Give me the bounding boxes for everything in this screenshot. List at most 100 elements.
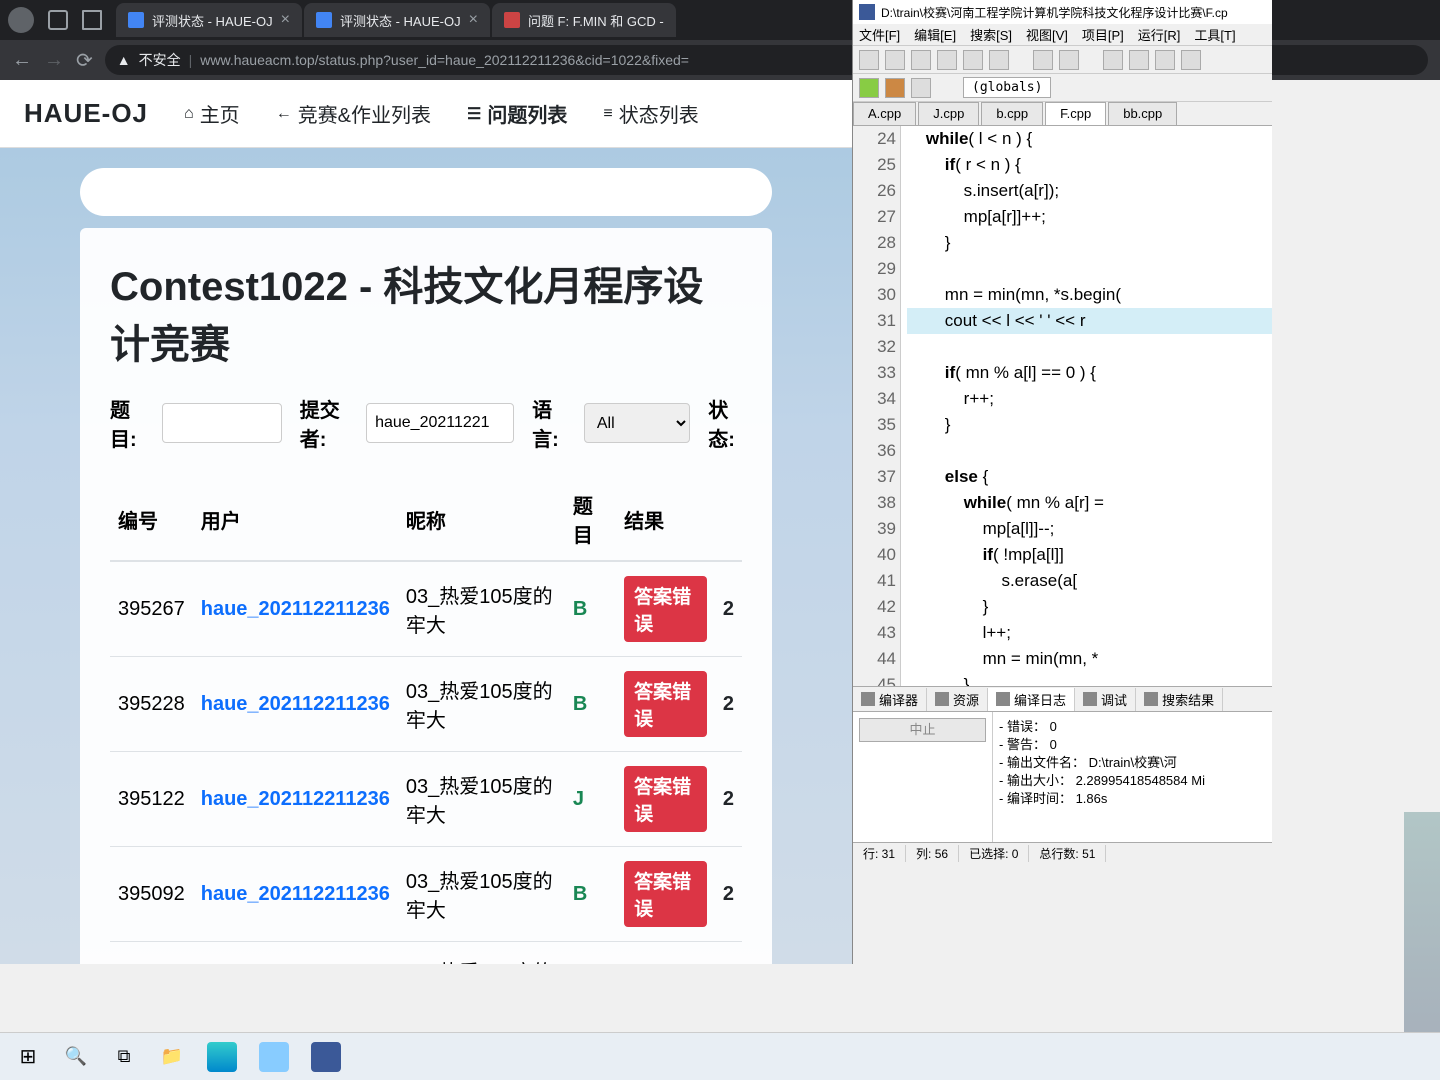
code-editor[interactable]: 2425262728293031323334353637383940414243… xyxy=(853,126,1272,686)
status-col: 列: 56 xyxy=(906,845,959,862)
start-button[interactable]: ⊞ xyxy=(8,1039,48,1075)
menu-file[interactable]: 文件[F] xyxy=(859,25,900,44)
bookmark-icon[interactable] xyxy=(1181,50,1201,70)
find-icon[interactable] xyxy=(1103,50,1123,70)
globals-dropdown[interactable]: (globals) xyxy=(963,77,1051,98)
filter-row: 题目: 提交者: 语言: All 状态: xyxy=(110,394,742,452)
tab-compile-log[interactable]: 编译日志 xyxy=(988,688,1075,711)
app-2[interactable] xyxy=(252,1038,296,1076)
user-link[interactable]: haue_202112211236 xyxy=(201,693,390,715)
file-tab[interactable]: b.cpp xyxy=(981,102,1043,125)
page-viewport: HAUE-OJ ⌂主页 ←竞赛&作业列表 ☰问题列表 ≡状态列表 Contest… xyxy=(0,80,852,964)
taskbar: ⊞ 🔍 ⧉ 📁 xyxy=(0,1032,1440,1080)
tab-3[interactable]: 问题 F: F.MIN 和 GCD - xyxy=(492,3,676,37)
refresh-icon[interactable]: ⟳ xyxy=(76,48,93,73)
close-icon[interactable] xyxy=(963,50,983,70)
goto-icon[interactable] xyxy=(1155,50,1175,70)
abort-button[interactable]: 中止 xyxy=(859,718,986,742)
cell-nick: 03_热爱105度的牢大 xyxy=(398,657,565,752)
menu-view[interactable]: 视图[V] xyxy=(1026,25,1068,44)
content-card: Contest1022 - 科技文化月程序设计竞赛 题目: 提交者: 语言: A… xyxy=(80,228,772,964)
file-tab[interactable]: F.cpp xyxy=(1045,102,1106,125)
cell-nick: 03_热爱105度的牢大 xyxy=(398,942,565,965)
workspaces-icon[interactable] xyxy=(48,10,68,30)
problem-link[interactable]: B xyxy=(573,883,587,905)
print-icon[interactable] xyxy=(989,50,1009,70)
file-tab[interactable]: J.cpp xyxy=(918,102,979,125)
tab-label: 评测状态 - HAUE-OJ xyxy=(152,11,273,30)
code-area[interactable]: while( l < n ) { if( r < n ) { s.insert(… xyxy=(901,126,1272,686)
language-select[interactable]: All xyxy=(584,403,690,443)
explorer-button[interactable]: 📁 xyxy=(152,1039,192,1075)
nav-contest[interactable]: ←竞赛&作业列表 xyxy=(276,99,431,128)
menu-search[interactable]: 搜索[S] xyxy=(970,25,1012,44)
open-icon[interactable] xyxy=(885,50,905,70)
new-icon[interactable] xyxy=(859,50,879,70)
back-arrow-icon: ← xyxy=(276,105,292,123)
problem-input[interactable] xyxy=(162,403,282,443)
nav-status[interactable]: ≡状态列表 xyxy=(603,99,698,128)
list-icon: ☰ xyxy=(467,104,481,124)
devcpp-titlebar[interactable]: D:\train\校赛\河南工程学院计算机学院科技文化程序设计比赛\F.cp xyxy=(853,0,1272,24)
menu-run[interactable]: 运行[R] xyxy=(1138,25,1181,44)
site-navbar: HAUE-OJ ⌂主页 ←竞赛&作业列表 ☰问题列表 ≡状态列表 xyxy=(0,80,852,148)
result-badge[interactable]: 答案错误 xyxy=(624,766,707,832)
user-link[interactable]: haue_202112211236 xyxy=(201,788,390,810)
tab-1[interactable]: 评测状态 - HAUE-OJ × xyxy=(116,3,302,37)
undo-icon[interactable] xyxy=(1033,50,1053,70)
nav-home[interactable]: ⌂主页 xyxy=(184,99,240,128)
file-tab[interactable]: A.cpp xyxy=(853,102,916,125)
close-icon[interactable]: × xyxy=(469,11,478,29)
devcpp-statusbar: 行: 31 列: 56 已选择: 0 总行数: 51 xyxy=(853,842,1272,864)
submitter-input[interactable] xyxy=(366,403,514,443)
close-icon[interactable]: × xyxy=(281,11,290,29)
tab-label: 问题 F: F.MIN 和 GCD - xyxy=(528,11,664,30)
status-sel: 已选择: 0 xyxy=(959,845,1029,862)
profile-avatar[interactable] xyxy=(8,7,34,33)
cell-id: 395122 xyxy=(110,752,193,847)
back-icon[interactable]: ← xyxy=(12,49,32,72)
edge-app[interactable] xyxy=(200,1038,244,1076)
menu-edit[interactable]: 编辑[E] xyxy=(914,25,956,44)
result-badge[interactable]: 答案错误 xyxy=(624,576,707,642)
devcpp-icon xyxy=(859,4,875,20)
favicon-icon xyxy=(504,12,520,28)
compile-panel: 中止 错误： 0警告： 0输出文件名： D:\train\校赛\河输出大小： 2… xyxy=(853,712,1272,842)
file-tab[interactable]: bb.cpp xyxy=(1108,102,1177,125)
nav-problems[interactable]: ☰问题列表 xyxy=(467,99,567,128)
user-link[interactable]: haue_202112211236 xyxy=(201,883,390,905)
cell-id: 394980 xyxy=(110,942,193,965)
resources-icon xyxy=(935,692,949,706)
save-icon[interactable] xyxy=(911,50,931,70)
status-icon: ≡ xyxy=(603,105,612,123)
menu-project[interactable]: 项目[P] xyxy=(1082,25,1124,44)
redo-icon[interactable] xyxy=(1059,50,1079,70)
tab-2[interactable]: 评测状态 - HAUE-OJ × xyxy=(304,3,490,37)
tab-label: 评测状态 - HAUE-OJ xyxy=(340,11,461,30)
tab-resources[interactable]: 资源 xyxy=(927,688,988,711)
forward-icon[interactable]: → xyxy=(44,49,64,72)
compile-icon[interactable] xyxy=(859,78,879,98)
search-button[interactable]: 🔍 xyxy=(56,1039,96,1075)
tab-search-results[interactable]: 搜索结果 xyxy=(1136,688,1223,711)
tab-debug[interactable]: 调试 xyxy=(1075,688,1136,711)
debug-icon[interactable] xyxy=(911,78,931,98)
problem-link[interactable]: J xyxy=(573,788,584,810)
replace-icon[interactable] xyxy=(1129,50,1149,70)
cell-id: 395228 xyxy=(110,657,193,752)
brand-logo[interactable]: HAUE-OJ xyxy=(24,98,148,129)
task-view-button[interactable]: ⧉ xyxy=(104,1039,144,1075)
result-badge[interactable]: 答案错误 xyxy=(624,861,707,927)
url-text: www.haueacm.top/status.php?user_id=haue_… xyxy=(200,52,689,68)
tab-compiler[interactable]: 编译器 xyxy=(853,688,927,711)
problem-link[interactable]: B xyxy=(573,598,587,620)
saveall-icon[interactable] xyxy=(937,50,957,70)
search-input[interactable] xyxy=(80,168,772,216)
problem-link[interactable]: B xyxy=(573,693,587,715)
result-badge[interactable]: 答案错误 xyxy=(624,671,707,737)
user-link[interactable]: haue_202112211236 xyxy=(201,598,390,620)
run-icon[interactable] xyxy=(885,78,905,98)
menu-tools[interactable]: 工具[T] xyxy=(1194,25,1235,44)
devcpp-app[interactable] xyxy=(304,1038,348,1076)
tab-overview-icon[interactable] xyxy=(82,10,102,30)
